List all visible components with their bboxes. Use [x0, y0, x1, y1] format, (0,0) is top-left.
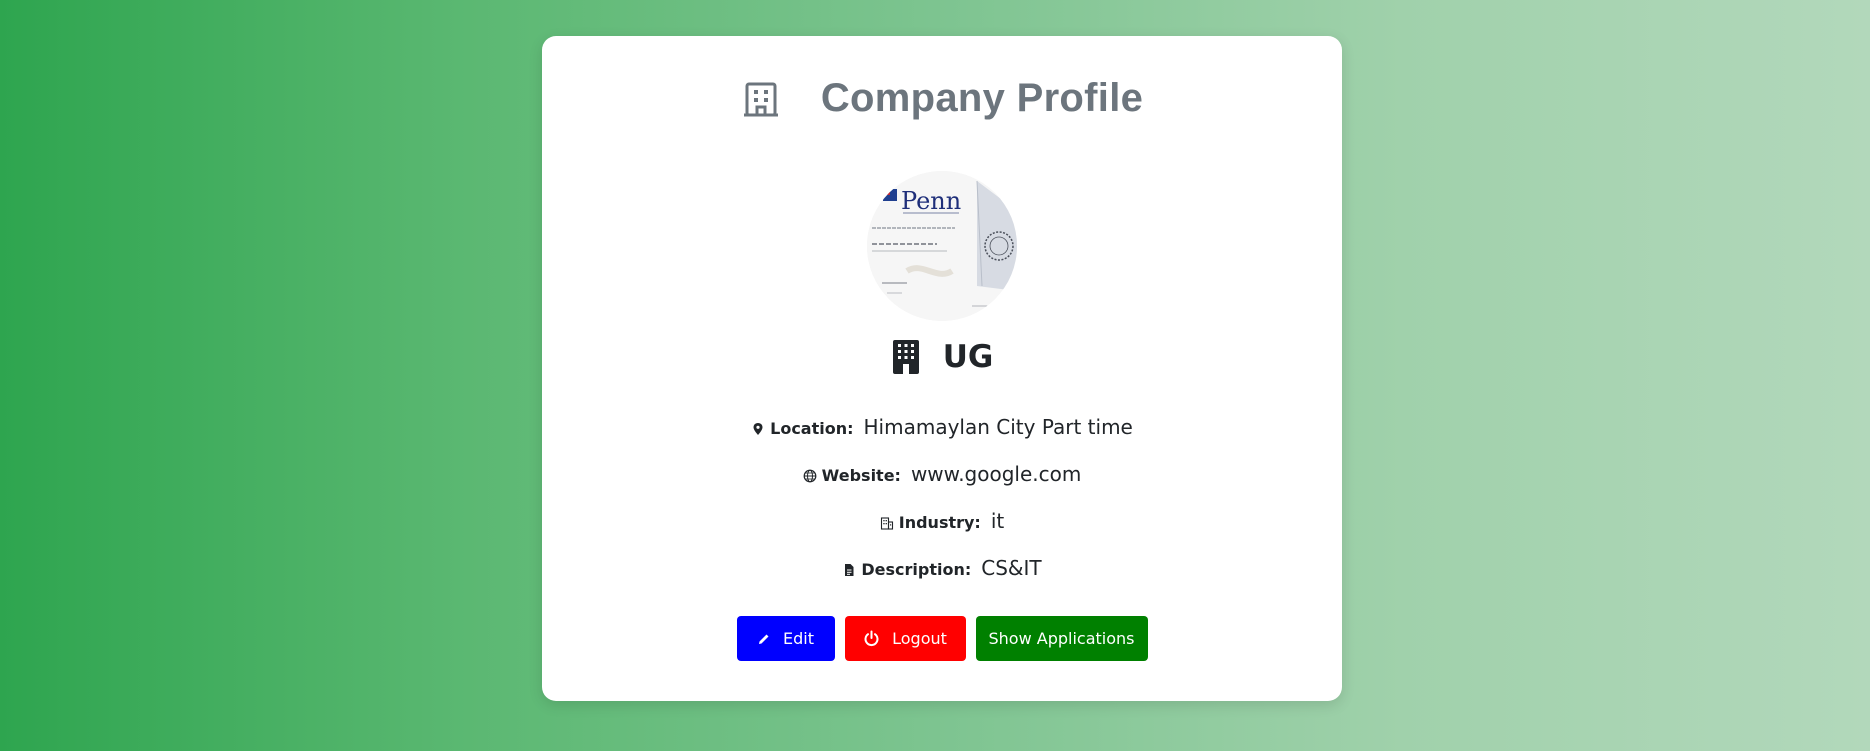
page-header: Company Profile [542, 76, 1342, 121]
edit-button[interactable]: Edit [736, 616, 835, 661]
website-row: Website: www.google.com [542, 462, 1342, 486]
website-label: Website: [821, 466, 901, 485]
globe-icon [803, 469, 817, 483]
document-icon [845, 564, 854, 576]
location-value: Himamaylan City Part time [863, 415, 1133, 439]
location-label: Location: [770, 419, 854, 438]
buildings-icon [880, 517, 893, 530]
logout-button[interactable]: Logout [844, 616, 966, 661]
industry-label: Industry: [898, 513, 981, 532]
edit-button-label: Edit [783, 629, 814, 648]
industry-row: Industry: it [542, 509, 1342, 533]
description-value: CS&IT [981, 556, 1042, 580]
location-row: Location: Himamaylan City Part time [542, 415, 1342, 439]
industry-value: it [990, 509, 1005, 533]
location-pin-icon [753, 423, 763, 435]
show-applications-button-label: Show Applications [988, 629, 1135, 648]
logout-button-label: Logout [892, 629, 947, 648]
show-applications-button[interactable]: Show Applications [975, 616, 1148, 661]
company-name-row: UG [542, 339, 1342, 375]
office-building-icon [892, 340, 919, 374]
website-value: www.google.com [910, 462, 1082, 486]
building-icon [743, 82, 778, 116]
description-label: Description: [861, 560, 972, 579]
profile-card: Company Profile Penn UG Location: Himama… [542, 36, 1342, 701]
company-name: UG [942, 339, 994, 375]
pencil-icon [759, 634, 769, 644]
company-avatar: Penn [867, 171, 1017, 321]
page-title: Company Profile [820, 76, 1144, 120]
action-buttons: Edit Logout Show Applications [542, 616, 1342, 661]
description-row: Description: CS&IT [542, 556, 1342, 580]
logo-text: Penn [901, 187, 961, 215]
power-icon [864, 630, 879, 646]
